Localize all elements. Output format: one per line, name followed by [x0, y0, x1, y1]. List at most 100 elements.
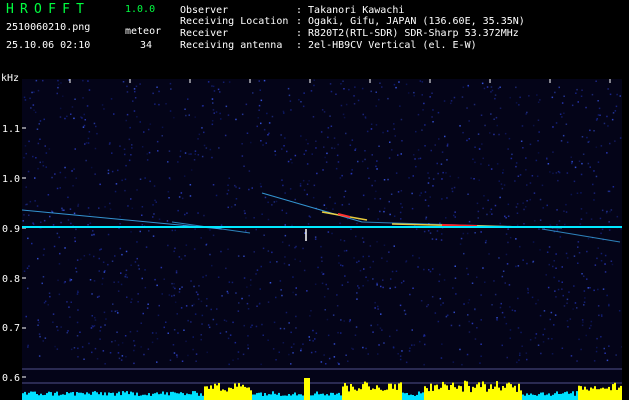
- noise-pixel: [379, 327, 382, 329]
- noise-pixel: [108, 143, 111, 145]
- noise-pixel: [336, 154, 339, 157]
- noise-pixel: [378, 344, 380, 346]
- noise-pixel: [247, 335, 249, 337]
- noise-pixel: [468, 120, 470, 122]
- noise-pixel: [169, 178, 172, 181]
- noise-pixel: [534, 337, 537, 339]
- amplitude-bar: [430, 383, 432, 400]
- amplitude-bar: [226, 391, 228, 400]
- noise-pixel: [192, 348, 194, 351]
- noise-pixel: [59, 187, 61, 189]
- noise-pixel: [274, 154, 277, 156]
- amplitude-bar: [328, 395, 330, 400]
- noise-pixel: [128, 159, 131, 162]
- noise-pixel: [320, 361, 323, 363]
- noise-pixel: [64, 166, 66, 169]
- noise-pixel: [37, 257, 39, 260]
- noise-pixel: [114, 255, 116, 257]
- noise-pixel: [131, 144, 133, 146]
- noise-pixel: [27, 287, 29, 290]
- noise-pixel: [418, 257, 420, 259]
- noise-pixel: [381, 329, 383, 331]
- amplitude-bar: [348, 391, 350, 400]
- noise-pixel: [446, 145, 449, 147]
- noise-pixel: [367, 208, 370, 210]
- noise-pixel: [376, 168, 378, 170]
- noise-pixel: [525, 157, 527, 159]
- noise-pixel: [309, 339, 311, 341]
- amplitude-bar: [88, 393, 90, 400]
- noise-pixel: [587, 141, 589, 143]
- noise-pixel: [247, 347, 249, 350]
- noise-pixel: [198, 133, 201, 136]
- noise-pixel: [116, 310, 118, 312]
- noise-pixel: [521, 125, 524, 127]
- amplitude-bar: [194, 391, 196, 400]
- noise-pixel: [495, 116, 498, 119]
- noise-pixel: [525, 169, 527, 171]
- noise-pixel: [332, 314, 335, 316]
- noise-pixel: [212, 102, 214, 104]
- amplitude-bar: [596, 389, 598, 400]
- noise-pixel: [493, 118, 495, 120]
- noise-pixel: [341, 174, 343, 177]
- noise-pixel: [556, 229, 559, 231]
- amplitude-bar: [280, 395, 282, 400]
- noise-pixel: [517, 327, 520, 329]
- noise-pixel: [505, 253, 508, 256]
- noise-pixel: [134, 97, 137, 99]
- noise-pixel: [336, 305, 339, 307]
- noise-pixel: [211, 85, 213, 87]
- noise-pixel: [484, 281, 486, 283]
- noise-pixel: [474, 146, 476, 148]
- noise-pixel: [314, 238, 317, 240]
- noise-pixel: [114, 310, 117, 313]
- amplitude-bar: [48, 391, 50, 400]
- noise-pixel: [539, 249, 541, 251]
- noise-pixel: [315, 147, 317, 149]
- noise-pixel: [609, 210, 611, 213]
- noise-pixel: [63, 282, 66, 284]
- location-label: Receiving Location: [180, 16, 289, 27]
- noise-pixel: [516, 224, 519, 226]
- noise-pixel: [587, 237, 590, 240]
- noise-pixel: [56, 232, 59, 235]
- noise-pixel: [107, 263, 109, 266]
- noise-pixel: [155, 332, 157, 334]
- amplitude-bar: [478, 382, 480, 400]
- noise-pixel: [174, 287, 176, 290]
- noise-pixel: [593, 170, 595, 172]
- noise-pixel: [394, 286, 397, 289]
- noise-pixel: [168, 294, 171, 296]
- meteor-trace: [261, 192, 363, 223]
- noise-pixel: [536, 175, 539, 177]
- noise-pixel: [125, 164, 127, 167]
- noise-pixel: [466, 232, 469, 235]
- noise-pixel: [36, 205, 39, 207]
- noise-pixel: [300, 135, 302, 137]
- noise-pixel: [474, 232, 476, 234]
- noise-pixel: [525, 113, 527, 115]
- noise-pixel: [146, 153, 148, 155]
- amplitude-bar: [236, 386, 238, 400]
- amplitude-bar: [134, 395, 136, 400]
- noise-pixel: [197, 138, 199, 140]
- amplitude-bar: [74, 395, 76, 400]
- noise-pixel: [539, 198, 542, 201]
- noise-pixel: [70, 301, 72, 303]
- noise-pixel: [413, 94, 415, 97]
- noise-pixel: [185, 114, 187, 117]
- noise-pixel: [203, 144, 206, 147]
- noise-pixel: [477, 210, 480, 213]
- noise-pixel: [459, 348, 461, 351]
- noise-pixel: [374, 301, 376, 304]
- noise-pixel: [228, 81, 231, 83]
- noise-pixel: [345, 132, 347, 135]
- noise-pixel: [290, 346, 293, 348]
- noise-pixel: [476, 202, 479, 205]
- noise-pixel: [144, 269, 146, 271]
- noise-pixel: [604, 254, 607, 257]
- noise-pixel: [552, 172, 554, 175]
- noise-pixel: [110, 98, 113, 100]
- noise-pixel: [93, 280, 96, 282]
